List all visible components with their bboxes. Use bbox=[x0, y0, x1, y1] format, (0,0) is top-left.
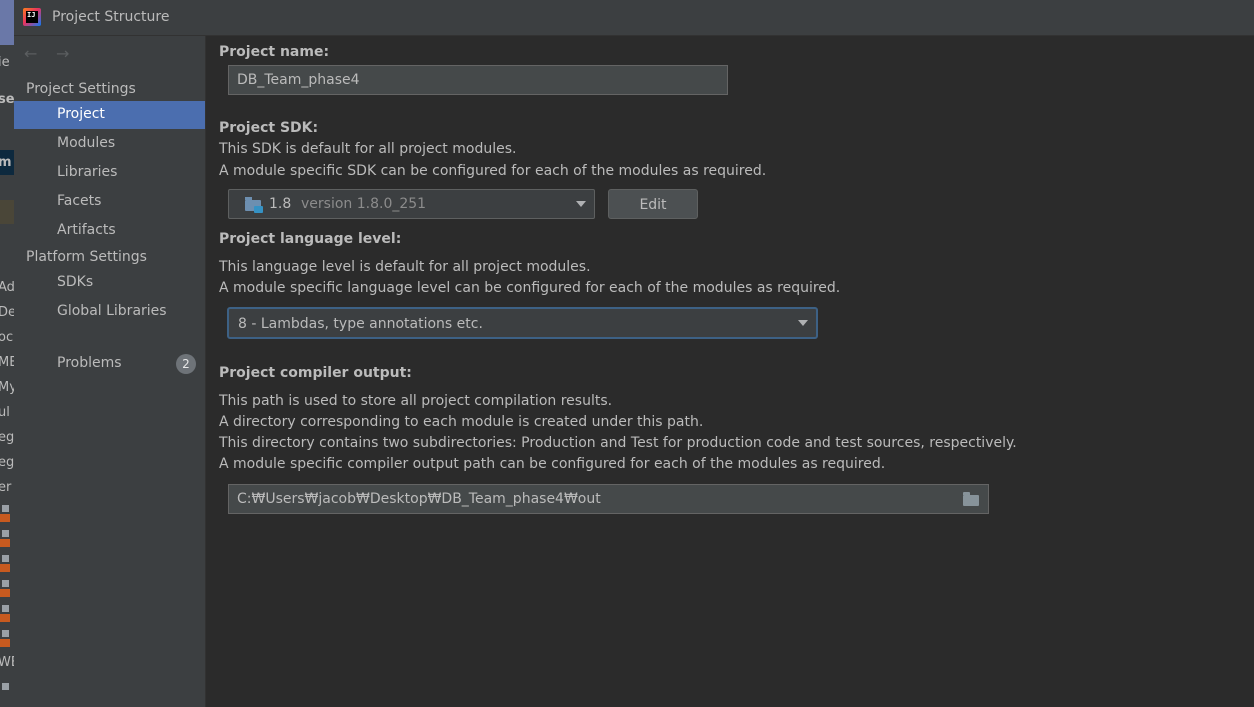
sidebar-item-label: SDKs bbox=[57, 274, 94, 290]
compiler-output-description: A directory corresponding to each module… bbox=[219, 414, 704, 430]
compiler-output-description: This directory contains two subdirectori… bbox=[219, 435, 1017, 451]
sidebar-item-libraries[interactable]: Libraries bbox=[14, 159, 205, 187]
sdk-edit-button[interactable]: Edit bbox=[608, 189, 698, 219]
compiler-output-label: Project compiler output: bbox=[219, 365, 412, 381]
sdk-version-detail: version 1.8.0_251 bbox=[301, 196, 427, 212]
chevron-down-icon bbox=[576, 201, 586, 207]
jsp-file-icon bbox=[0, 539, 10, 547]
background-ide-text: ul bbox=[0, 405, 10, 420]
jsp-file-icon bbox=[0, 639, 10, 647]
project-structure-dialog: IJ Project Structure ← → Project Setting… bbox=[14, 0, 1254, 707]
jdk-folder-icon bbox=[245, 197, 263, 213]
project-name-value: DB_Team_phase4 bbox=[237, 72, 360, 88]
compiler-output-path: C:₩Users₩jacob₩Desktop₩DB_Team_phase4₩ou… bbox=[237, 491, 601, 507]
project-settings-panel: Project name: DB_Team_phase4 Project SDK… bbox=[206, 36, 1254, 707]
sidebar-item-label: Libraries bbox=[57, 164, 118, 180]
sidebar-item-label: Problems bbox=[57, 355, 122, 371]
background-ide-text: WE bbox=[0, 655, 14, 670]
project-language-level-label: Project language level: bbox=[219, 231, 402, 247]
intellij-app-icon: IJ bbox=[23, 8, 41, 26]
sdk-description: This SDK is default for all project modu… bbox=[219, 141, 517, 157]
background-ide-text: eg bbox=[0, 455, 14, 470]
sidebar-item-label: Global Libraries bbox=[57, 303, 167, 319]
browse-folder-icon[interactable] bbox=[963, 492, 979, 506]
sidebar-item-label: Facets bbox=[57, 193, 102, 209]
sdk-version: 1.8 bbox=[269, 196, 292, 212]
background-ide-text: eg bbox=[0, 430, 14, 445]
forward-arrow-icon[interactable]: → bbox=[56, 44, 69, 63]
language-level-description: A module specific language level can be … bbox=[219, 280, 841, 296]
background-ide-text: se bbox=[0, 92, 14, 107]
jsp-file-icon bbox=[0, 564, 10, 572]
sidebar-item-project[interactable]: Project bbox=[14, 101, 205, 129]
background-ide-text: ie bbox=[0, 55, 10, 70]
background-ide-text: er bbox=[0, 480, 12, 495]
language-level-value: 8 - Lambdas, type annotations etc. bbox=[238, 316, 483, 332]
background-ide-text: Ad bbox=[0, 280, 14, 295]
sidebar-item-label: Artifacts bbox=[57, 222, 116, 238]
sidebar-item-label: Project bbox=[57, 106, 105, 122]
jsp-file-icon bbox=[0, 514, 10, 522]
language-level-dropdown[interactable]: 8 - Lambdas, type annotations etc. bbox=[227, 307, 818, 339]
file-icon bbox=[2, 630, 9, 637]
title-bar: IJ Project Structure bbox=[14, 0, 1254, 36]
back-arrow-icon[interactable]: ← bbox=[24, 44, 37, 63]
project-name-label: Project name: bbox=[219, 44, 330, 60]
background-ide-text: m bbox=[0, 155, 12, 170]
problems-count-badge: 2 bbox=[176, 354, 196, 374]
project-name-input[interactable]: DB_Team_phase4 bbox=[228, 65, 728, 95]
file-icon bbox=[2, 530, 9, 537]
file-icon bbox=[2, 505, 9, 512]
file-icon bbox=[2, 580, 9, 587]
sidebar-item-artifacts[interactable]: Artifacts bbox=[14, 217, 205, 245]
background-ide-text: De bbox=[0, 305, 14, 320]
compiler-output-path-input[interactable]: C:₩Users₩jacob₩Desktop₩DB_Team_phase4₩ou… bbox=[228, 484, 989, 514]
file-icon bbox=[2, 683, 9, 690]
project-sdk-dropdown[interactable]: 1.8 version 1.8.0_251 bbox=[228, 189, 595, 219]
sidebar-item-sdks[interactable]: SDKs bbox=[14, 269, 205, 297]
project-settings-header: Project Settings bbox=[26, 81, 136, 97]
sidebar-item-label: Modules bbox=[57, 135, 116, 151]
sidebar-item-problems[interactable]: Problems 2 bbox=[14, 350, 205, 378]
window-title: Project Structure bbox=[52, 9, 170, 25]
project-sdk-label: Project SDK: bbox=[219, 120, 319, 136]
background-ide-text: My bbox=[0, 380, 14, 395]
sidebar-item-modules[interactable]: Modules bbox=[14, 130, 205, 158]
sidebar-item-facets[interactable]: Facets bbox=[14, 188, 205, 216]
chevron-down-icon bbox=[798, 320, 808, 326]
sidebar: ← → Project Settings Project Modules Lib… bbox=[14, 36, 206, 707]
background-ide-text: ME bbox=[0, 355, 14, 370]
background-ide-strip: ie se m Ad De oc ME My ul eg eg er WE bbox=[0, 0, 14, 707]
background-ide-block bbox=[0, 0, 14, 45]
compiler-output-description: A module specific compiler output path c… bbox=[219, 456, 886, 472]
jsp-file-icon bbox=[0, 589, 10, 597]
background-ide-text: oc bbox=[0, 330, 14, 345]
sdk-description: A module specific SDK can be configured … bbox=[219, 163, 767, 179]
language-level-description: This language level is default for all p… bbox=[219, 259, 591, 275]
background-ide-block bbox=[0, 200, 14, 224]
platform-settings-header: Platform Settings bbox=[26, 249, 147, 265]
compiler-output-description: This path is used to store all project c… bbox=[219, 393, 613, 409]
jsp-file-icon bbox=[0, 614, 10, 622]
file-icon bbox=[2, 605, 9, 612]
file-icon bbox=[2, 555, 9, 562]
sidebar-item-global-libraries[interactable]: Global Libraries bbox=[14, 298, 205, 326]
